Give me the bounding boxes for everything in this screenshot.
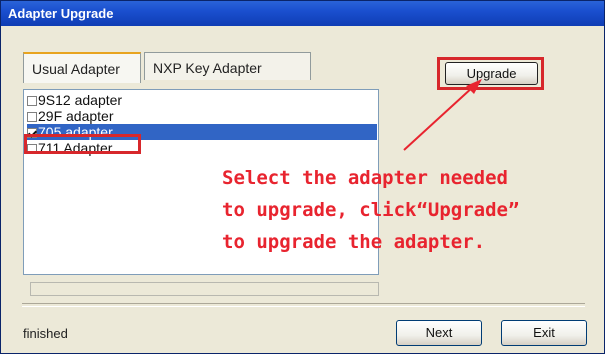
tab-usual-adapter[interactable]: Usual Adapter — [23, 52, 141, 83]
highlight-box-705 — [24, 134, 141, 154]
status-text: finished — [23, 326, 68, 341]
exit-button[interactable]: Exit — [501, 320, 587, 346]
upgrade-button[interactable]: Upgrade — [445, 62, 538, 85]
annotation-line-3: to upgrade the adapter. — [222, 231, 486, 253]
title-bar: Adapter Upgrade — [1, 1, 604, 26]
upgrade-progress-bar — [30, 282, 379, 296]
instruction-annotation: Select the adapter needed to upgrade, cl… — [222, 162, 519, 258]
list-item-label: 9S12 adapter — [38, 92, 123, 108]
annotation-line-2: to upgrade, click“Upgrade” — [222, 199, 520, 221]
list-item-29f[interactable]: 29F adapter — [27, 108, 377, 124]
list-item-label: 29F adapter — [38, 108, 114, 124]
tab-nxp-key-adapter[interactable]: NXP Key Adapter — [144, 52, 311, 80]
list-item-9s12[interactable]: 9S12 adapter — [27, 92, 377, 108]
window-title: Adapter Upgrade — [8, 6, 114, 21]
checkbox-9s12[interactable] — [27, 96, 37, 106]
checkbox-29f[interactable] — [27, 112, 37, 122]
annotation-line-1: Select the adapter needed — [222, 167, 508, 189]
next-button[interactable]: Next — [396, 320, 482, 346]
divider — [22, 303, 585, 307]
